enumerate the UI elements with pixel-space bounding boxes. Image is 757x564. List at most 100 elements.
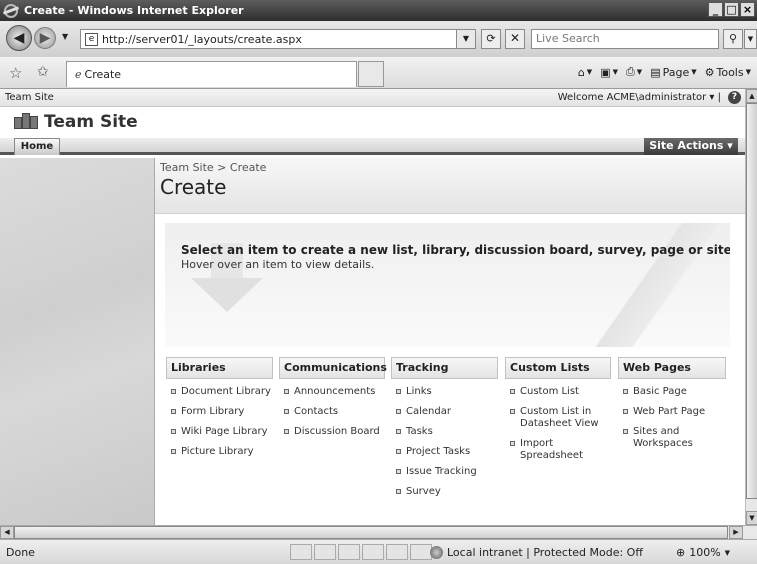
list-item[interactable]: Wiki Page Library xyxy=(166,426,273,438)
list-item[interactable]: Issue Tracking xyxy=(391,466,498,478)
horizontal-scrollbar[interactable]: ◀ ▶ xyxy=(0,525,757,539)
zoom-dropdown-icon: ▼ xyxy=(724,548,731,557)
scroll-right-button[interactable]: ▶ xyxy=(729,526,743,539)
category-communications: Communications Announcements Contacts Di… xyxy=(279,357,387,446)
bullet-icon xyxy=(171,389,176,394)
tab-create[interactable]: ℯ Create xyxy=(66,61,357,87)
list-item[interactable]: Custom List xyxy=(505,386,611,398)
list-item[interactable]: Announcements xyxy=(279,386,385,398)
sharepoint-global-bar: Team Site Welcome ACME\administrator ▾ |… xyxy=(0,89,745,107)
list-item[interactable]: Tasks xyxy=(391,426,498,438)
tools-menu[interactable]: ⚙ Tools ▼ xyxy=(705,66,751,79)
category-header: Communications xyxy=(279,357,387,379)
instructions-subline: Hover over an item to view details. xyxy=(181,258,375,271)
add-favorites-icon[interactable]: ✩ xyxy=(37,64,49,80)
address-dropdown-button[interactable]: ▼ xyxy=(456,29,476,49)
zoom-control[interactable]: ⊕ 100% ▼ xyxy=(676,546,730,559)
favorites-star-icon[interactable]: ☆ xyxy=(9,64,22,82)
list-item[interactable]: Document Library xyxy=(166,386,273,398)
list-item[interactable]: Web Part Page xyxy=(618,406,726,418)
back-arrow-icon: ◀ xyxy=(13,30,25,46)
bullet-icon xyxy=(171,429,176,434)
refresh-button[interactable]: ⟳ xyxy=(481,29,501,49)
welcome-menu[interactable]: Welcome ACME\administrator ▾ | xyxy=(558,92,721,103)
list-item[interactable]: Basic Page xyxy=(618,386,726,398)
list-item[interactable]: Contacts xyxy=(279,406,385,418)
category-header: Custom Lists xyxy=(505,357,611,379)
horizontal-scroll-thumb[interactable] xyxy=(14,526,728,539)
site-logo-icon xyxy=(14,113,38,131)
list-item[interactable]: Import Spreadsheet xyxy=(505,438,611,462)
tab-title: Create xyxy=(84,68,122,81)
list-item[interactable]: Project Tasks xyxy=(391,446,498,458)
search-button[interactable]: ⚲ xyxy=(723,29,743,49)
tab-toolbar: ☆ ✩ ℯ Create ⌂ ▼ ▣ ▼ ⎙ ▼ ▤ Page ▼ ⚙ Tools ▼ xyxy=(0,57,757,89)
search-input[interactable]: Live Search xyxy=(531,29,719,49)
page-menu-icon: ▤ xyxy=(650,65,661,79)
list-item[interactable]: Discussion Board xyxy=(279,426,385,438)
bullet-icon xyxy=(623,389,628,394)
stop-button[interactable]: ✕ xyxy=(505,29,525,49)
global-breadcrumb[interactable]: Team Site xyxy=(5,92,54,103)
vertical-scroll-thumb[interactable] xyxy=(746,103,757,499)
bullet-icon xyxy=(284,409,289,414)
search-icon: ⚲ xyxy=(728,32,738,45)
new-tab-button[interactable] xyxy=(358,61,384,87)
left-navigation xyxy=(0,158,155,525)
list-item[interactable]: Custom List in Datasheet View xyxy=(505,406,611,430)
gear-icon: ⚙ xyxy=(704,65,715,79)
decorative-graphic xyxy=(570,223,730,347)
window-title: Create - Windows Internet Explorer xyxy=(24,4,244,17)
category-header: Tracking xyxy=(391,357,498,379)
top-navigation: Home Site Actions ▾ xyxy=(0,138,745,155)
feeds-button[interactable]: ▣ ▼ xyxy=(600,66,618,79)
list-item[interactable]: Sites and Workspaces xyxy=(618,426,726,450)
category-header: Web Pages xyxy=(618,357,726,379)
print-icon: ⎙ xyxy=(625,65,635,78)
globe-icon xyxy=(430,546,443,559)
security-zone-label: Local intranet | Protected Mode: Off xyxy=(447,546,643,559)
scroll-left-button[interactable]: ◀ xyxy=(0,526,14,539)
address-url[interactable]: http://server01/_layouts/create.aspx xyxy=(102,33,302,46)
security-zone[interactable]: Local intranet | Protected Mode: Off xyxy=(430,546,643,559)
list-item[interactable]: Form Library xyxy=(166,406,273,418)
site-title-bar: Team Site xyxy=(0,107,745,138)
list-item[interactable]: Survey xyxy=(391,486,498,498)
page-menu[interactable]: ▤ Page ▼ xyxy=(650,66,696,79)
site-title[interactable]: Team Site xyxy=(44,112,138,132)
status-bar: Done Local intranet | Protected Mode: Of… xyxy=(0,539,757,564)
home-button[interactable]: ⌂ ▼ xyxy=(578,66,592,79)
print-button[interactable]: ⎙ ▼ xyxy=(626,65,642,79)
page-title: Create xyxy=(160,175,227,199)
forward-button[interactable]: ▶ xyxy=(34,27,56,49)
category-header: Libraries xyxy=(166,357,273,379)
page-header: Team Site > Create Create xyxy=(155,158,745,214)
list-item[interactable]: Links xyxy=(391,386,498,398)
maximize-button[interactable]: □ xyxy=(724,2,739,17)
instructions-panel: Select an item to create a new list, lib… xyxy=(165,223,730,347)
bullet-icon xyxy=(396,429,401,434)
search-options-button[interactable]: ▼ xyxy=(744,29,757,49)
scroll-down-button[interactable]: ▼ xyxy=(746,511,757,525)
bullet-icon xyxy=(171,409,176,414)
refresh-icon: ⟳ xyxy=(486,32,496,45)
close-button[interactable]: × xyxy=(740,2,755,17)
minimize-button[interactable]: _ xyxy=(708,2,723,17)
address-bar[interactable]: e http://server01/_layouts/create.aspx xyxy=(80,29,476,49)
back-button[interactable]: ◀ xyxy=(6,25,32,51)
vertical-scrollbar[interactable]: ▲ ▼ xyxy=(745,89,757,525)
command-bar: ⌂ ▼ ▣ ▼ ⎙ ▼ ▤ Page ▼ ⚙ Tools ▼ xyxy=(578,65,751,79)
list-item[interactable]: Calendar xyxy=(391,406,498,418)
bullet-icon xyxy=(396,489,401,494)
tab-home[interactable]: Home xyxy=(14,138,60,155)
help-icon[interactable]: ? xyxy=(728,91,741,104)
breadcrumb[interactable]: Team Site > Create xyxy=(160,161,266,174)
forward-arrow-icon: ▶ xyxy=(39,30,51,46)
bullet-icon xyxy=(623,409,628,414)
recent-pages-dropdown[interactable]: ▼ xyxy=(62,32,68,41)
address-toolbar: ◀ ▶ ▼ e http://server01/_layouts/create.… xyxy=(0,21,757,57)
list-item[interactable]: Picture Library xyxy=(166,446,273,458)
site-actions-menu[interactable]: Site Actions ▾ xyxy=(644,138,738,155)
scroll-up-button[interactable]: ▲ xyxy=(746,89,757,103)
bullet-icon xyxy=(623,429,628,434)
